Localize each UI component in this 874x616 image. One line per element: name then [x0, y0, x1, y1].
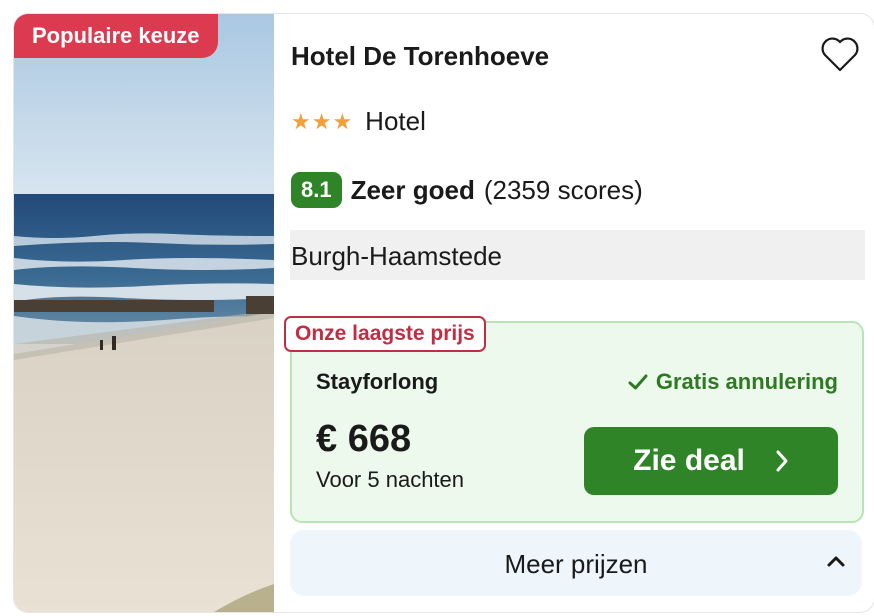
popular-badge: Populaire keuze	[14, 14, 218, 58]
review-count: (2359 scores)	[483, 174, 643, 205]
see-deal-button[interactable]: Zie deal	[584, 427, 838, 495]
chevron-right-icon	[775, 449, 789, 473]
hotel-photo[interactable]: Populaire keuze	[14, 14, 274, 612]
hotel-name[interactable]: Hotel De Torenhoeve	[291, 41, 549, 72]
star-rating: ★★★	[291, 108, 354, 134]
free-cancellation: Gratis annulering	[628, 369, 838, 395]
check-icon	[628, 373, 648, 391]
hotel-card: Populaire keuze Hotel De Torenhoeve ★★★ …	[14, 14, 874, 612]
lowest-price-tag: Onze laagste prijs	[284, 316, 486, 352]
chevron-up-icon[interactable]	[826, 554, 846, 568]
deal-provider: Stayforlong	[316, 369, 439, 394]
more-prices-button[interactable]: Meer prijzen	[290, 530, 862, 596]
rating-row: 8.1 Zeer goed (2359 scores)	[291, 172, 643, 208]
location: Burgh-Haamstede	[290, 230, 865, 280]
heart-icon[interactable]	[820, 36, 860, 72]
nights-info: Voor 5 nachten	[316, 467, 465, 492]
accommodation-type: Hotel	[365, 106, 426, 136]
deal-price: € 668	[316, 418, 412, 460]
free-cancellation-label: Gratis annulering	[655, 369, 838, 394]
stars-row: ★★★ Hotel	[291, 106, 426, 137]
score-badge: 8.1	[291, 172, 342, 208]
more-prices-label: Meer prijzen	[504, 549, 648, 579]
see-deal-label: Zie deal	[633, 444, 745, 477]
rating-label: Zeer goed	[350, 174, 475, 205]
beach-image	[14, 14, 274, 612]
